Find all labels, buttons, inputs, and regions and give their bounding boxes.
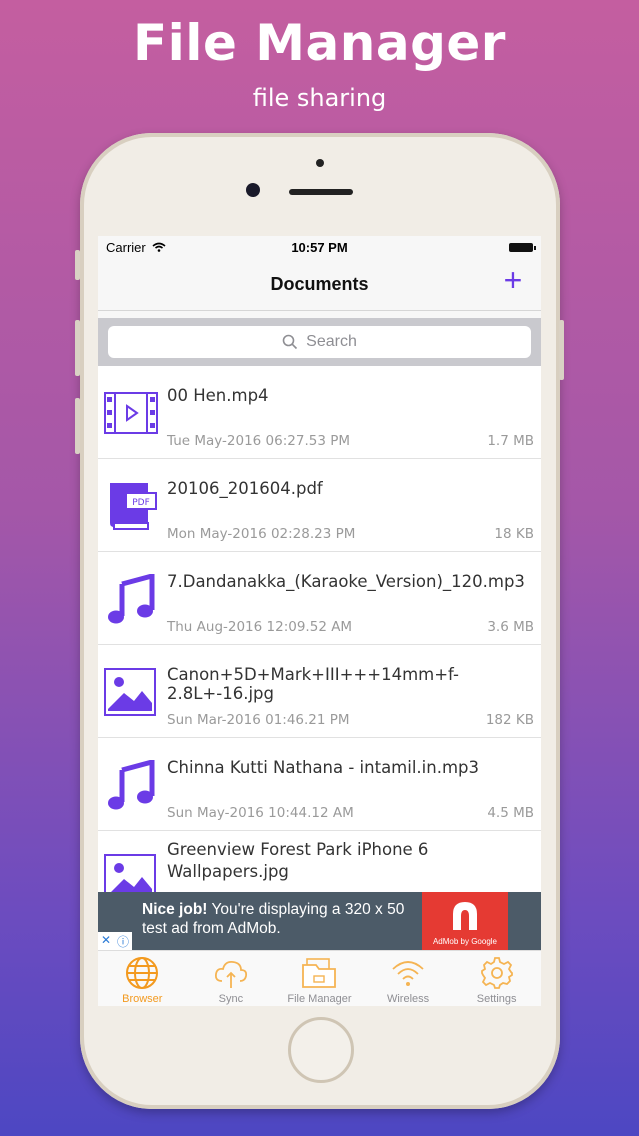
file-date: Tue May-2016 06:27.53 PM: [167, 433, 350, 449]
tab-label: File Manager: [287, 993, 352, 1005]
file-size: 1.7 MB: [487, 433, 534, 449]
page-title: Documents: [270, 274, 369, 294]
file-row[interactable]: 00 Hen.mp4 Tue May-2016 06:27.53 PM 1.7 …: [98, 366, 541, 459]
svg-text:PDF: PDF: [132, 498, 150, 508]
volume-up-button: [75, 320, 80, 376]
file-name: Greenview Forest Park iPhone 6 Wallpaper…: [167, 840, 429, 881]
file-size: 4.5 MB: [487, 805, 534, 821]
wifi-icon: [392, 961, 424, 986]
navigation-bar: Documents +: [98, 260, 541, 311]
ad-close-icon[interactable]: ✕: [101, 933, 111, 947]
file-name: 00 Hen.mp4: [167, 386, 269, 405]
folder-icon: [302, 958, 337, 988]
pdf-icon: PDF: [110, 483, 157, 530]
earpiece-speaker: [289, 189, 353, 195]
file-size: 182 KB: [485, 712, 534, 728]
file-date: Thu Aug-2016 12:09.52 AM: [167, 619, 353, 635]
search-bar: Search: [98, 318, 541, 366]
file-date: Sun May-2016 10:44.12 AM: [167, 805, 354, 821]
promo-title: File Manager: [133, 14, 506, 72]
tab-label: Browser: [122, 993, 163, 1005]
tab-browser[interactable]: Browser: [98, 951, 187, 1006]
clock: 10:57 PM: [291, 240, 348, 255]
tab-label: Wireless: [386, 993, 430, 1005]
volume-down-button: [75, 398, 80, 454]
tab-settings[interactable]: Settings: [452, 951, 541, 1006]
add-button[interactable]: +: [501, 264, 525, 296]
tab-sync[interactable]: Sync: [187, 951, 276, 1006]
ad-info-icon[interactable]: ⓘ: [117, 933, 129, 950]
globe-icon: [126, 957, 159, 989]
file-row[interactable]: 7.Dandanakka_(Karaoke_Version)_120.mp3 T…: [98, 552, 541, 645]
file-size: 18 KB: [494, 526, 534, 542]
file-name: 7.Dandanakka_(Karaoke_Version)_120.mp3: [167, 572, 525, 591]
file-row[interactable]: Canon+5D+Mark+III+++14mm+f-2.8L+-16.jpg …: [98, 645, 541, 738]
tab-file-manager[interactable]: File Manager: [275, 951, 364, 1006]
power-button: [559, 320, 564, 380]
cloud-sync-icon: [214, 960, 247, 988]
file-date: Sun Mar-2016 01:46.21 PM: [167, 712, 350, 728]
battery-icon: [509, 243, 536, 252]
file-size: 3.6 MB: [487, 619, 534, 635]
mute-switch: [75, 250, 80, 280]
music-icon: [108, 574, 155, 624]
search-placeholder: Search: [306, 333, 357, 350]
app-screen: Carrier 10:57 PM Documents + Search 00 H…: [98, 236, 541, 1006]
home-button[interactable]: [288, 1017, 354, 1083]
admob-label: AdMob by Google: [432, 937, 498, 946]
tab-label: Settings: [476, 993, 517, 1005]
image-icon: [104, 668, 156, 716]
ad-choices-icon[interactable]: ✕ ⓘ: [98, 932, 132, 950]
gear-icon: [480, 957, 513, 989]
ad-headline: Nice job!: [142, 901, 208, 918]
tab-wireless[interactable]: Wireless: [364, 951, 453, 1006]
tab-label: Sync: [218, 993, 244, 1005]
ad-text: Nice job! You're displaying a 320 x 50 t…: [142, 900, 422, 938]
ad-banner[interactable]: Nice job! You're displaying a 320 x 50 t…: [98, 892, 541, 950]
video-icon: [104, 392, 158, 434]
search-icon: [282, 334, 298, 350]
tab-bar: Browser Sync File Manager Wireless Setti…: [98, 950, 541, 1006]
status-bar: Carrier 10:57 PM: [98, 236, 541, 260]
file-row[interactable]: Chinna Kutti Nathana - intamil.in.mp3 Su…: [98, 738, 541, 831]
search-input[interactable]: Search: [108, 326, 531, 358]
music-icon: [108, 760, 155, 810]
front-camera: [246, 183, 260, 197]
file-name: Chinna Kutti Nathana - intamil.in.mp3: [167, 758, 480, 777]
file-name: Canon+5D+Mark+III+++14mm+f-2.8L+-16.jpg: [167, 665, 459, 703]
promo-subtitle: file sharing: [252, 84, 387, 112]
sensor-dot: [316, 159, 324, 167]
file-list: 00 Hen.mp4 Tue May-2016 06:27.53 PM 1.7 …: [98, 366, 541, 924]
admob-logo: AdMob by Google: [422, 892, 508, 950]
file-row[interactable]: PDF 20106_201604.pdf Mon May-2016 02:28.…: [98, 459, 541, 552]
file-name: 20106_201604.pdf: [167, 479, 323, 498]
file-date: Mon May-2016 02:28.23 PM: [167, 526, 356, 542]
admob-icon: [453, 902, 477, 930]
